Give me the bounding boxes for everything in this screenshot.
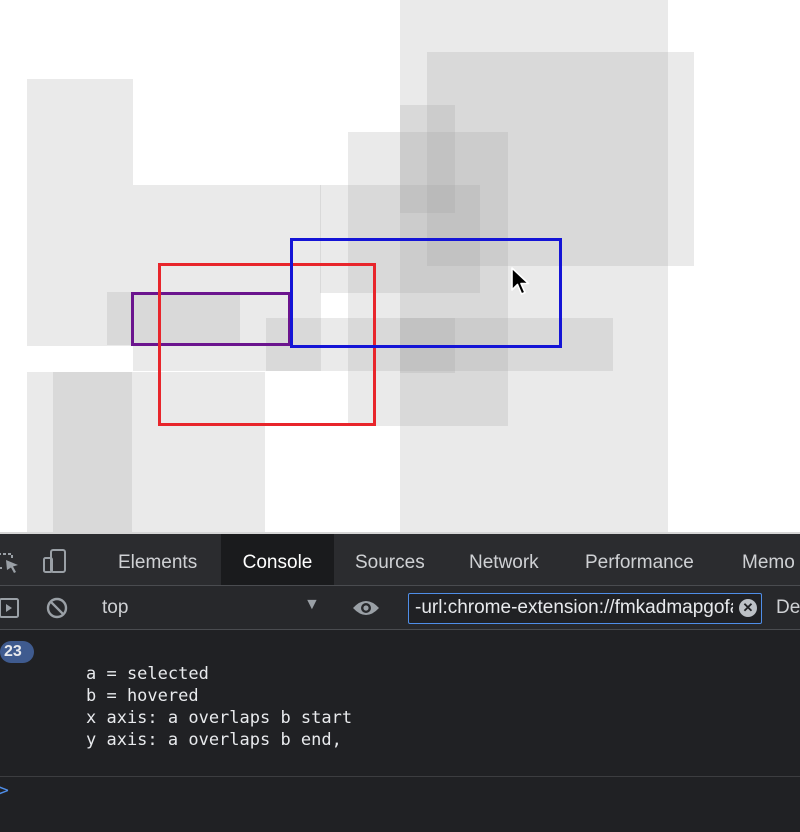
log-line: a = selected bbox=[86, 664, 209, 684]
eye-icon[interactable] bbox=[351, 598, 381, 618]
tab-console[interactable]: Console bbox=[221, 534, 334, 585]
log-line: b = hovered bbox=[86, 686, 199, 706]
context-selector[interactable]: top bbox=[102, 586, 128, 630]
tab-elements[interactable]: Elements bbox=[118, 534, 197, 585]
clear-console-icon[interactable] bbox=[45, 596, 69, 620]
log-levels-dropdown[interactable]: De bbox=[776, 586, 800, 630]
mouse-cursor-icon bbox=[511, 267, 530, 295]
console-toolbar: top ▼ ✕ De bbox=[0, 586, 800, 630]
console-output[interactable]: 23 a = selected b = hovered x axis: a ov… bbox=[0, 630, 800, 832]
prompt-caret-icon[interactable]: > bbox=[0, 780, 9, 801]
log-line: x axis: a overlaps b start bbox=[86, 708, 353, 728]
device-toolbar-icon[interactable] bbox=[42, 548, 68, 576]
tab-performance[interactable]: Performance bbox=[585, 534, 694, 585]
filter-input[interactable] bbox=[415, 594, 733, 622]
clear-filter-icon[interactable]: ✕ bbox=[739, 599, 757, 617]
sidebar-toggle-icon[interactable] bbox=[0, 597, 20, 619]
chevron-down-icon[interactable]: ▼ bbox=[304, 596, 320, 614]
tab-sources[interactable]: Sources bbox=[355, 534, 425, 585]
devtools-panel: Elements Console Sources Network Perform… bbox=[0, 532, 800, 832]
inspect-element-icon[interactable] bbox=[0, 550, 22, 576]
tab-memory[interactable]: Memo bbox=[742, 534, 795, 585]
divider bbox=[0, 776, 800, 777]
tab-network[interactable]: Network bbox=[469, 534, 539, 585]
message-count-badge: 23 bbox=[0, 641, 34, 663]
console-filter[interactable]: ✕ bbox=[408, 593, 762, 624]
log-line: y axis: a overlaps b end, bbox=[86, 730, 342, 750]
drawing-canvas[interactable] bbox=[0, 0, 800, 532]
devtools-tabbar: Elements Console Sources Network Perform… bbox=[0, 534, 800, 586]
